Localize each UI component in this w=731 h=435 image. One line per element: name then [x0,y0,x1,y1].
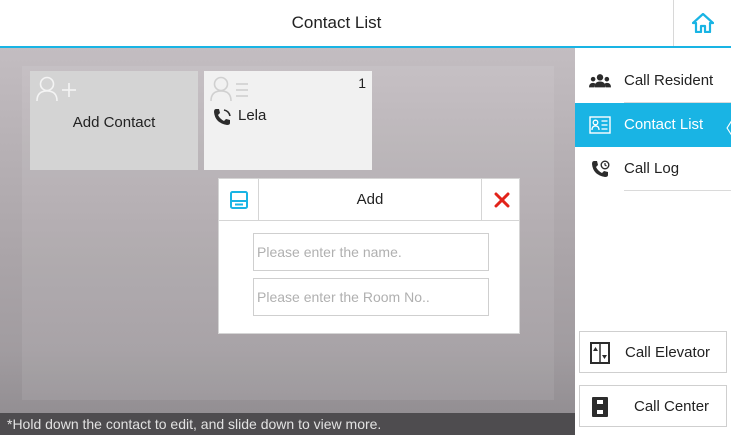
contact-name: Lela [238,107,267,124]
sidebar-item-label: Call Resident [624,72,714,89]
dialog-title: Add [356,191,384,208]
hint-text: *Hold down the contact to edit, and slid… [7,416,382,432]
call-center-icon [592,397,608,417]
save-button[interactable] [219,179,259,220]
sidebar-item-label: Call Log [624,160,680,177]
call-center-label: Call Center [634,398,710,415]
contact-list-icon [210,76,248,102]
room-number-input[interactable] [253,278,489,316]
hint-bar: *Hold down the contact to edit, and slid… [0,413,575,435]
residents-icon [589,71,611,91]
contact-list-icon [589,115,611,135]
sidebar-item-call-resident[interactable]: Call Resident [575,59,731,103]
call-log-icon [589,159,611,179]
add-contact-card[interactable]: Add Contact [30,71,198,170]
phone-icon [214,109,231,125]
home-icon [691,13,714,33]
add-person-icon [36,76,76,102]
contact-count: 1 [358,75,366,91]
call-elevator-label: Call Elevator [625,344,711,361]
call-center-button[interactable]: Call Center [579,385,727,427]
page-title: Contact List [291,13,382,32]
sidebar-item-contact-list[interactable]: Contact List 〈 [575,103,731,147]
sidebar-item-call-log[interactable]: Call Log [575,147,731,191]
add-contact-dialog: Add [218,178,520,334]
contact-card[interactable]: 1 Lela [204,71,372,170]
chevron-left-icon: 〈 [717,115,731,139]
add-contact-label: Add Contact [72,114,156,131]
close-button[interactable] [481,179,521,220]
close-icon [494,192,509,207]
call-elevator-button[interactable]: Call Elevator [579,331,727,373]
save-icon [229,190,248,209]
header-bar: Contact List [0,0,731,48]
elevator-icon [590,342,610,364]
sidebar-item-label: Contact List [624,116,704,133]
sidebar: Call Resident Contact List 〈 Call Log [575,48,731,435]
name-input[interactable] [253,233,489,271]
home-button[interactable] [673,0,731,46]
